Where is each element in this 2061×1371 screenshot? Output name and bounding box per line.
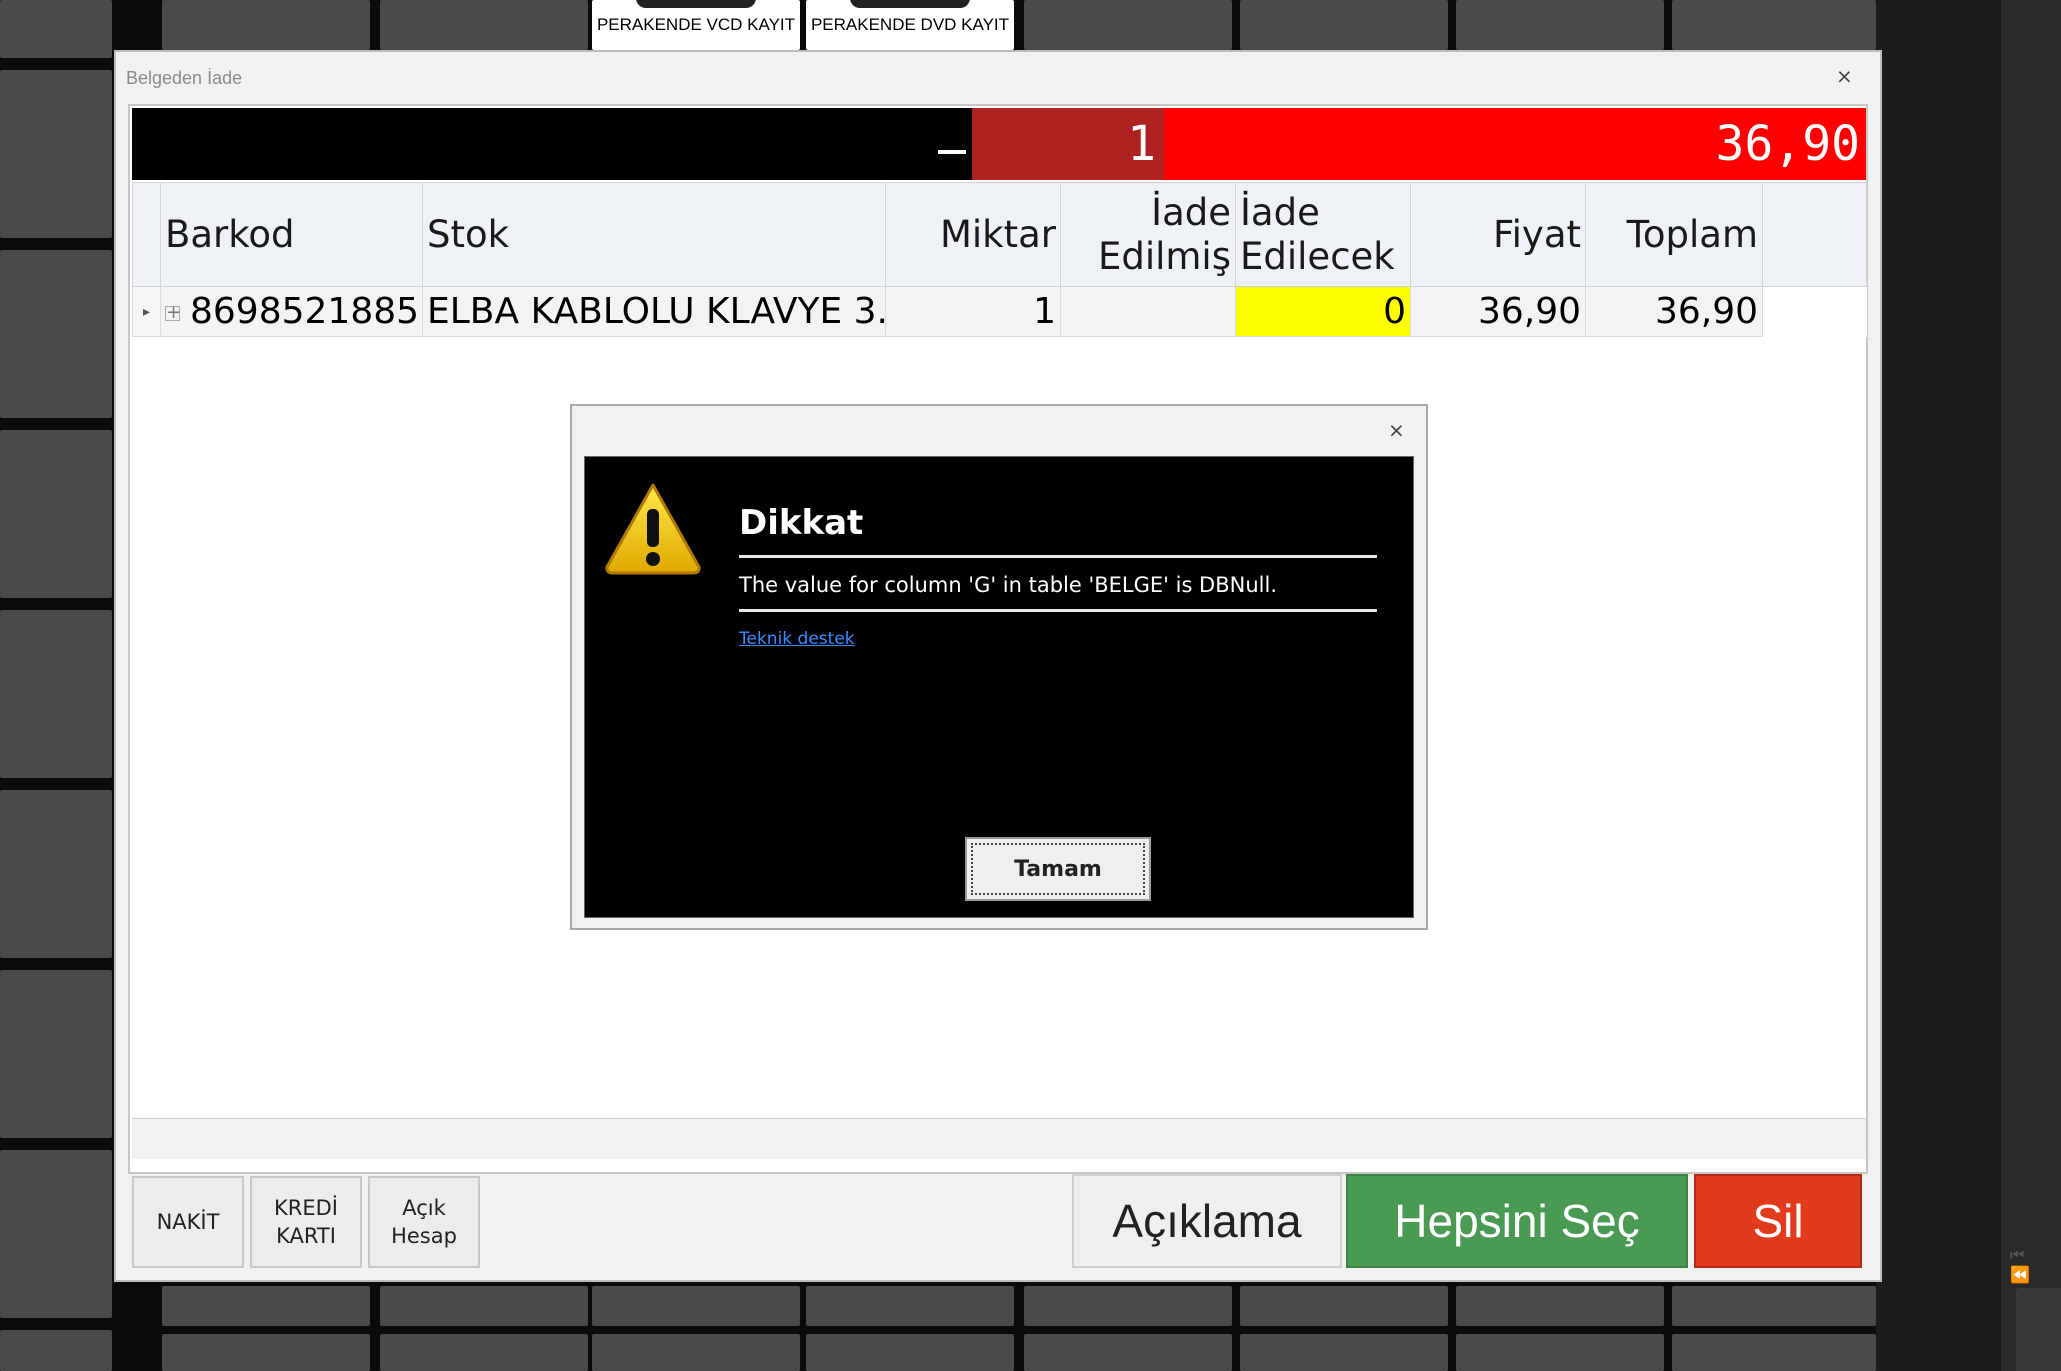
bg-tile (1672, 1286, 1876, 1326)
disc-icon (850, 0, 970, 8)
bg-tile (592, 1286, 800, 1326)
bg-tile (1672, 0, 1876, 50)
column-header-stok[interactable]: Stok (422, 182, 886, 287)
bg-tile (0, 430, 112, 598)
column-header-barkod[interactable]: Barkod (160, 182, 423, 287)
bg-tile (0, 250, 112, 418)
bg-tile (0, 1150, 112, 1318)
bg-tile (380, 1286, 588, 1326)
cell-toplam[interactable]: 36,90 (1585, 286, 1763, 337)
bg-tile (162, 1286, 370, 1326)
bg-tile (806, 1286, 1014, 1326)
disc-icon (636, 0, 756, 8)
column-header-iade-edilecek[interactable]: İade Edilecek (1235, 182, 1411, 287)
column-header-miktar[interactable]: Miktar (885, 182, 1061, 287)
cell-barkod[interactable]: +8698521885... (160, 286, 423, 337)
message-title: Dikkat (739, 503, 864, 543)
aciklama-button[interactable]: Açıklama (1072, 1174, 1342, 1268)
items-grid: Barkod Stok Miktar İade Edilmiş İade Edi… (132, 182, 1867, 337)
teknik-destek-link[interactable]: Teknik destek (739, 629, 855, 649)
right-edge-panel (2001, 0, 2061, 1371)
total-display: 36,90 (1164, 108, 1866, 180)
right-panel (1876, 0, 2001, 1371)
cell-iade-edilecek[interactable]: 0 (1235, 286, 1411, 337)
right-side-button[interactable] (2016, 1288, 2061, 1371)
column-header-toplam[interactable]: Toplam (1585, 182, 1763, 287)
dialog-title: Belgeden İade (126, 68, 243, 88)
close-icon[interactable]: ⨯ (1836, 64, 1853, 88)
row-indicator-icon[interactable]: ▸ (132, 286, 161, 337)
grid-footer (132, 1118, 1866, 1159)
bg-tile (1240, 1286, 1448, 1326)
perakende-vcd-label: PERAKENDE VCD KAYIT (596, 15, 796, 34)
bg-tile (1240, 0, 1448, 50)
perakende-dvd-label: PERAKENDE DVD KAYIT (810, 15, 1010, 34)
bg-tile (162, 1334, 370, 1371)
grid-header-row: Barkod Stok Miktar İade Edilmiş İade Edi… (132, 182, 1867, 287)
bg-tile (1456, 1334, 1664, 1371)
bg-tile (0, 1330, 112, 1371)
bg-tile (1024, 1334, 1232, 1371)
tamam-button[interactable]: Tamam (965, 837, 1151, 901)
bg-tile (1024, 1286, 1232, 1326)
barkod-value: 8698521885... (190, 291, 422, 332)
kredi-karti-button[interactable]: KREDİ KARTI (250, 1176, 362, 1268)
column-header-iade-edilmis[interactable]: İade Edilmiş (1060, 182, 1236, 287)
amount-display: 1 36,90 (132, 108, 1866, 180)
cell-miktar[interactable]: 1 (885, 286, 1061, 337)
divider (739, 609, 1377, 612)
table-row[interactable]: ▸ +8698521885... ELBA KABLOLU KLAVYE 3..… (132, 286, 1867, 337)
row-filler (1762, 286, 1867, 337)
column-header-fiyat[interactable]: Fiyat (1410, 182, 1586, 287)
bg-tile (380, 0, 588, 50)
input-cursor (938, 150, 966, 154)
cell-stok[interactable]: ELBA KABLOLU KLAVYE 3... (422, 286, 886, 337)
warning-icon (605, 483, 701, 575)
cell-iade-edilmis[interactable] (1060, 286, 1236, 337)
error-message-dialog: ⨯ Dikkat The value for column 'G' in tab… (570, 404, 1428, 930)
nakit-button[interactable]: NAKİT (132, 1176, 244, 1268)
sil-button[interactable]: Sil (1694, 1174, 1862, 1268)
bg-tile (0, 970, 112, 1138)
bg-tile (1456, 0, 1664, 50)
header-indicator (132, 182, 161, 287)
input-display (132, 108, 972, 180)
message-text: The value for column 'G' in table 'BELGE… (739, 573, 1278, 597)
bg-tile (806, 1334, 1014, 1371)
acik-hesap-button[interactable]: Açık Hesap (368, 1176, 480, 1268)
bg-tile (1456, 1286, 1664, 1326)
hepsini-sec-button[interactable]: Hepsini Seç (1346, 1174, 1688, 1268)
perakende-dvd-kayit-button[interactable]: PERAKENDE DVD KAYIT (806, 0, 1014, 50)
message-panel: Dikkat The value for column 'G' in table… (584, 456, 1414, 918)
close-icon[interactable]: ⨯ (1388, 418, 1405, 442)
bg-tile (0, 790, 112, 958)
divider (739, 555, 1377, 558)
bg-tile (162, 0, 370, 50)
bg-tile (0, 610, 112, 778)
record-navigator[interactable]: ⏮ ⏪ (2010, 1245, 2061, 1284)
bg-tile (1024, 0, 1232, 50)
iade-edilecek-label: İade Edilecek (1240, 190, 1395, 278)
bg-tile (0, 0, 112, 58)
iade-edilmis-label: İade Edilmiş (1097, 190, 1231, 278)
bg-tile (380, 1334, 588, 1371)
cell-fiyat[interactable]: 36,90 (1410, 286, 1586, 337)
expand-icon[interactable]: + (165, 303, 181, 321)
bg-tile (1672, 1334, 1876, 1371)
bg-tile (1240, 1334, 1448, 1371)
quantity-display: 1 (972, 108, 1164, 180)
perakende-vcd-kayit-button[interactable]: PERAKENDE VCD KAYIT (592, 0, 800, 50)
bg-tile (592, 1334, 800, 1371)
header-filler (1762, 182, 1867, 287)
bg-tile (0, 70, 112, 238)
